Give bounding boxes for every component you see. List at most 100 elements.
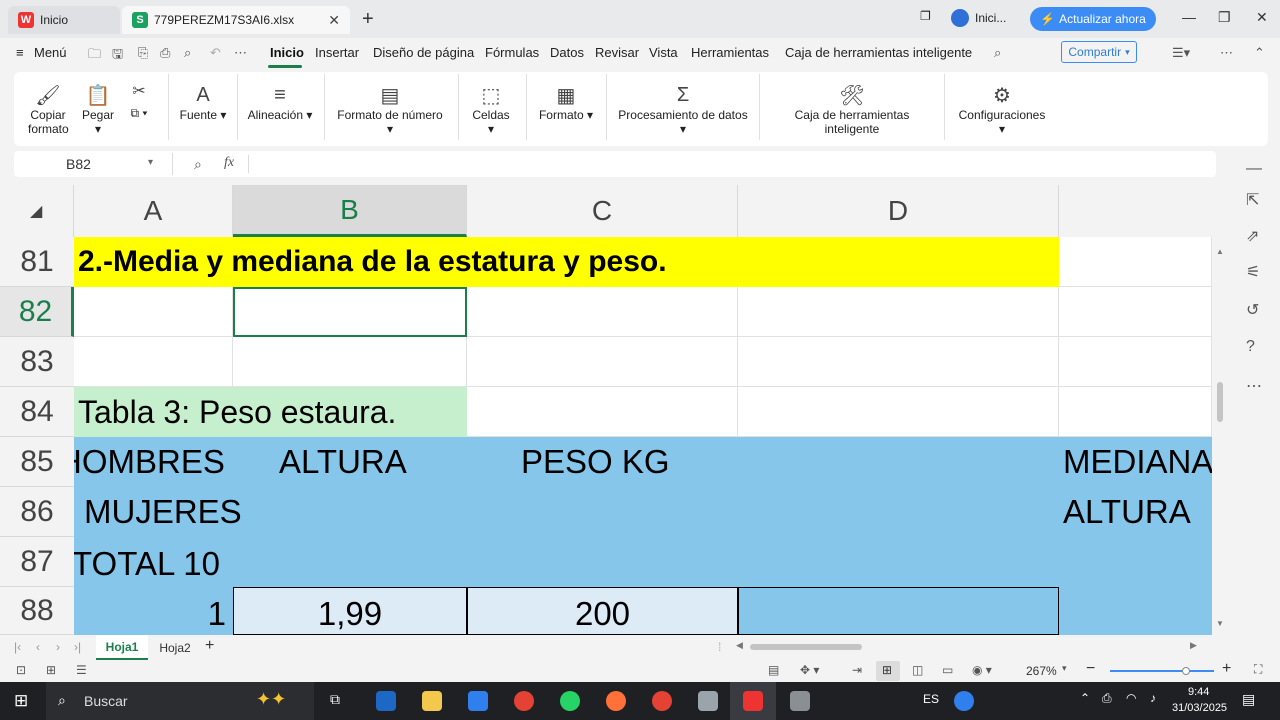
- cell-d83[interactable]: [738, 337, 1059, 387]
- paste-button[interactable]: 📋 Pegar ▾: [78, 82, 118, 137]
- vertical-scrollbar[interactable]: ▲ ▼: [1212, 237, 1230, 635]
- volume-icon[interactable]: ♪: [1150, 691, 1156, 705]
- share-button[interactable]: Compartir ▾: [1061, 41, 1137, 63]
- row-header-87[interactable]: 87: [0, 537, 74, 587]
- font-button[interactable]: A Fuente ▾: [178, 82, 228, 123]
- scroll-up-icon[interactable]: ▲: [1216, 247, 1224, 256]
- new-tab-icon[interactable]: +: [362, 8, 374, 31]
- share-panel-icon[interactable]: ⇗: [1246, 226, 1259, 246]
- cell-e81[interactable]: [1059, 237, 1212, 287]
- number-format-button[interactable]: ▤ Formato de número ▾: [334, 82, 446, 137]
- zoom-formula-icon[interactable]: ⌕: [194, 156, 202, 173]
- fx-icon[interactable]: fx: [224, 155, 234, 171]
- cell-d82[interactable]: [738, 287, 1059, 337]
- close-window-icon[interactable]: ✕: [1256, 9, 1268, 26]
- prev-sheet-icon[interactable]: ‹: [36, 640, 40, 654]
- notification-icon[interactable]: ▤: [1242, 691, 1255, 708]
- outlook-icon[interactable]: [376, 691, 396, 711]
- row-header-83[interactable]: 83: [0, 337, 74, 387]
- add-sheet-icon[interactable]: +: [205, 637, 214, 655]
- next-sheet-icon[interactable]: ›: [56, 640, 60, 654]
- column-header-c[interactable]: C: [467, 185, 738, 237]
- menu-button[interactable]: Menú: [34, 45, 67, 60]
- zoom-slider[interactable]: [1110, 670, 1214, 672]
- task-view-icon[interactable]: ⧉: [330, 691, 340, 708]
- data-processing-button[interactable]: Σ Procesamiento de datos ▾: [616, 82, 750, 137]
- column-header-a[interactable]: A: [74, 185, 233, 237]
- copy-format-button[interactable]: 🖌 Copiar formato: [28, 82, 69, 137]
- zoom-level[interactable]: 267%: [1026, 664, 1057, 678]
- preview-icon[interactable]: ⌕: [184, 45, 191, 61]
- row-header-85[interactable]: 85: [0, 437, 74, 487]
- clock-time[interactable]: 9:44: [1188, 686, 1209, 698]
- clock-date[interactable]: 31/03/2025: [1172, 702, 1227, 714]
- settings-button[interactable]: ⚙ Configuraciones ▾: [954, 82, 1050, 137]
- copy-icon[interactable]: ⧉ ▾: [124, 106, 154, 121]
- store-icon[interactable]: [468, 691, 488, 711]
- eye-icon[interactable]: ◉ ▾: [972, 663, 992, 677]
- firefox-icon[interactable]: [606, 691, 626, 711]
- column-header-d[interactable]: D: [738, 185, 1059, 237]
- export-icon[interactable]: ⎘: [138, 45, 148, 61]
- device-icon[interactable]: ⎙: [1102, 691, 1112, 706]
- cell-d84[interactable]: [738, 387, 1059, 437]
- hamburger-icon[interactable]: ≡: [16, 45, 24, 60]
- tab-insertar[interactable]: Insertar: [315, 45, 359, 60]
- search-icon[interactable]: ⌕: [994, 45, 1001, 61]
- first-sheet-icon[interactable]: |‹: [14, 640, 21, 654]
- app-icon[interactable]: [790, 691, 810, 711]
- cell-e84[interactable]: [1059, 387, 1212, 437]
- cell-b82-selected[interactable]: [233, 287, 467, 337]
- row-header-88[interactable]: 88: [0, 587, 74, 635]
- chrome-profile-icon[interactable]: [652, 691, 672, 711]
- tab-home[interactable]: W Inicio: [8, 6, 120, 34]
- scroll-left-icon[interactable]: ◀: [736, 640, 743, 651]
- more-icon[interactable]: ⋯: [234, 45, 247, 61]
- close-tab-icon[interactable]: ✕: [328, 12, 340, 29]
- cell-d88[interactable]: [738, 587, 1059, 635]
- alignment-button[interactable]: ≡ Alineación ▾: [246, 82, 314, 123]
- tab-diseno[interactable]: Diseño de página: [373, 45, 474, 60]
- print-icon[interactable]: ⎙: [160, 45, 170, 61]
- wifi-icon[interactable]: ◠: [1126, 691, 1136, 705]
- properties-icon[interactable]: ⚟: [1246, 262, 1260, 282]
- cell-a83[interactable]: [74, 337, 233, 387]
- page-layout-icon[interactable]: ◫: [912, 663, 923, 677]
- search-box[interactable]: ⌕ Buscar ✦✦: [46, 682, 314, 720]
- scrollbar-thumb[interactable]: [1217, 382, 1223, 422]
- zoom-slider-thumb[interactable]: [1182, 667, 1190, 675]
- upgrade-button[interactable]: ⚡ Actualizar ahora: [1030, 7, 1156, 31]
- tab-inicio[interactable]: Inicio: [270, 45, 304, 60]
- cut-button[interactable]: ✂ ⧉ ▾: [124, 82, 154, 121]
- scroll-down-icon[interactable]: ▼: [1216, 619, 1224, 628]
- account-button[interactable]: Inici...: [951, 9, 1006, 27]
- wps-taskbar-button[interactable]: [730, 682, 776, 720]
- row-header-86[interactable]: 86: [0, 487, 74, 537]
- column-header-e[interactable]: [1059, 185, 1212, 237]
- minimize-icon[interactable]: —: [1182, 9, 1196, 25]
- more-panel-icon[interactable]: ⋯: [1246, 376, 1262, 396]
- tab-file[interactable]: S 779PEREZM17S3AI6.xlsx ✕: [122, 6, 350, 34]
- app-icon[interactable]: [698, 691, 718, 711]
- cell-a82[interactable]: [74, 287, 233, 337]
- zoom-in-icon[interactable]: +: [1222, 660, 1231, 678]
- file-explorer-icon[interactable]: [422, 691, 442, 711]
- history-icon[interactable]: ↺: [1246, 300, 1259, 320]
- undo-icon[interactable]: ↶: [210, 45, 221, 61]
- smart-toolbox-button[interactable]: 🛠 Caja de herramientas inteligente: [768, 82, 936, 137]
- normal-view-button[interactable]: ⊞: [876, 661, 900, 681]
- sheet-tab-hoja2[interactable]: Hoja2: [152, 635, 198, 660]
- row-header-84[interactable]: 84: [0, 387, 74, 437]
- whatsapp-icon[interactable]: [560, 691, 580, 711]
- save-icon[interactable]: 🖫: [112, 45, 123, 67]
- maximize-icon[interactable]: ❐: [1218, 9, 1231, 26]
- cell-e83[interactable]: [1059, 337, 1212, 387]
- select-pointer-icon[interactable]: ⇱: [1246, 190, 1259, 210]
- tab-caja-herramientas[interactable]: Caja de herramientas inteligente: [785, 45, 972, 60]
- language-indicator[interactable]: ES: [923, 692, 939, 706]
- cell-c84[interactable]: [467, 387, 738, 437]
- insert-icon[interactable]: ⇥: [852, 663, 862, 677]
- help-tray-icon[interactable]: [954, 691, 974, 711]
- cells-button[interactable]: ⬚ Celdas ▾: [468, 82, 514, 137]
- page-break-icon[interactable]: ▭: [942, 663, 953, 677]
